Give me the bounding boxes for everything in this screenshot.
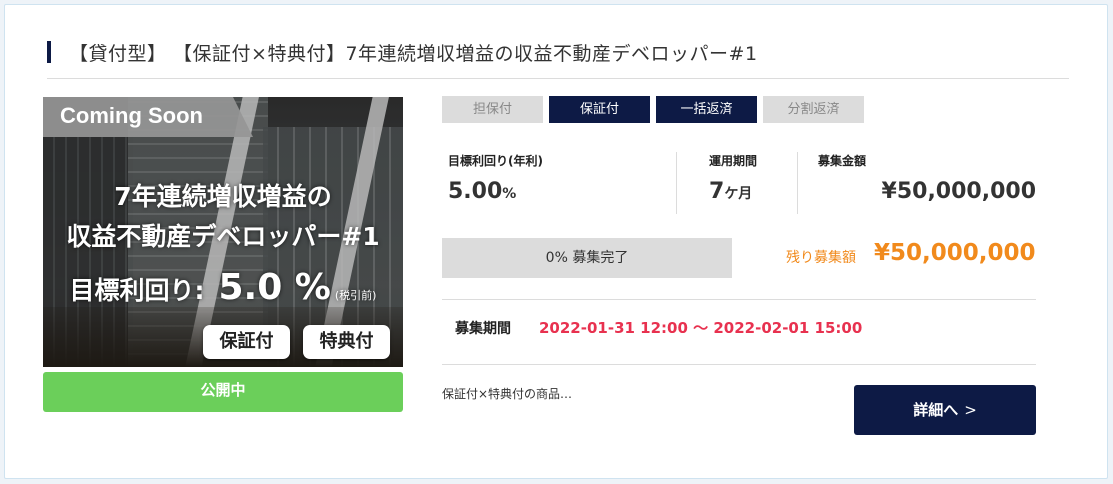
- divider: [442, 364, 1036, 365]
- stat-yield-label: 目標利回り(年利): [448, 154, 543, 168]
- stat-period-unit: ケ月: [724, 186, 753, 202]
- divider: [442, 299, 1036, 300]
- image-yield: 目標利回り: 5.0 % (税引前): [43, 267, 403, 308]
- title-accent-bar: [47, 41, 51, 63]
- stat-period-label: 運用期間: [709, 154, 758, 168]
- funding-progress-bar: 0% 募集完了: [442, 238, 732, 278]
- image-yield-note: (税引前): [334, 289, 377, 302]
- divider: [797, 152, 798, 214]
- tag-guarantee: 保証付: [549, 96, 650, 123]
- image-headline-line1: 7年連続増収増益の: [114, 182, 332, 211]
- stat-period: 運用期間 7ケ月: [709, 152, 757, 204]
- remaining-amount: ¥50,000,000: [874, 240, 1036, 266]
- tag-collateral: 担保付: [442, 96, 543, 123]
- fund-description: 保証付×特典付の商品…: [442, 387, 573, 401]
- stat-amount-value: ¥50,000,000: [881, 179, 1036, 204]
- title-row: 【貸付型】 【保証付×特典付】7年連続増収増益の収益不動産デベロッパー#1: [47, 35, 1069, 79]
- stat-period-value-wrap: 7ケ月: [709, 179, 757, 204]
- image-headline-line2: 収益不動産デベロッパー#1: [66, 222, 380, 251]
- stat-yield: 目標利回り(年利) 5.00%: [448, 152, 543, 204]
- image-yield-value: 5.0 %: [218, 267, 331, 308]
- stat-amount-label: 募集金額: [818, 154, 867, 168]
- tag-bullet-repayment: 一括返済: [656, 96, 757, 123]
- image-guarantee-pill: 保証付: [203, 325, 290, 359]
- status-badge: 公開中: [43, 372, 403, 412]
- tag-list: 担保付 保証付 一括返済 分割返済: [442, 96, 864, 123]
- detail-button-label: 詳細へ: [913, 401, 959, 419]
- stat-amount: 募集金額 ¥50,000,000: [818, 152, 1036, 204]
- chevron-right-icon: >: [964, 401, 977, 419]
- remaining-label: 残り募集額: [786, 250, 856, 266]
- fund-title[interactable]: 【貸付型】 【保証付×特典付】7年連続増収増益の収益不動産デベロッパー#1: [69, 39, 758, 66]
- recruit-period-value: 2022-01-31 12:00 ～ 2022-02-01 15:00: [539, 319, 863, 337]
- detail-button[interactable]: 詳細へ >: [854, 385, 1036, 435]
- image-yield-label: 目標利回り:: [69, 276, 205, 305]
- stat-yield-value-wrap: 5.00%: [448, 179, 543, 204]
- divider: [676, 152, 677, 214]
- progress-text: 0% 募集完了: [545, 250, 629, 266]
- stat-period-value: 7: [709, 179, 725, 204]
- recruit-period-label: 募集期間: [455, 321, 511, 337]
- fund-thumbnail[interactable]: Coming Soon 7年連続増収増益の 収益不動産デベロッパー#1 目標利回…: [43, 97, 403, 367]
- stat-yield-unit: %: [502, 186, 517, 202]
- image-benefit-pill: 特典付: [303, 325, 390, 359]
- stat-yield-value: 5.00: [448, 179, 503, 204]
- tag-installment-repayment: 分割返済: [763, 96, 864, 123]
- coming-soon-ribbon: Coming Soon: [43, 97, 253, 137]
